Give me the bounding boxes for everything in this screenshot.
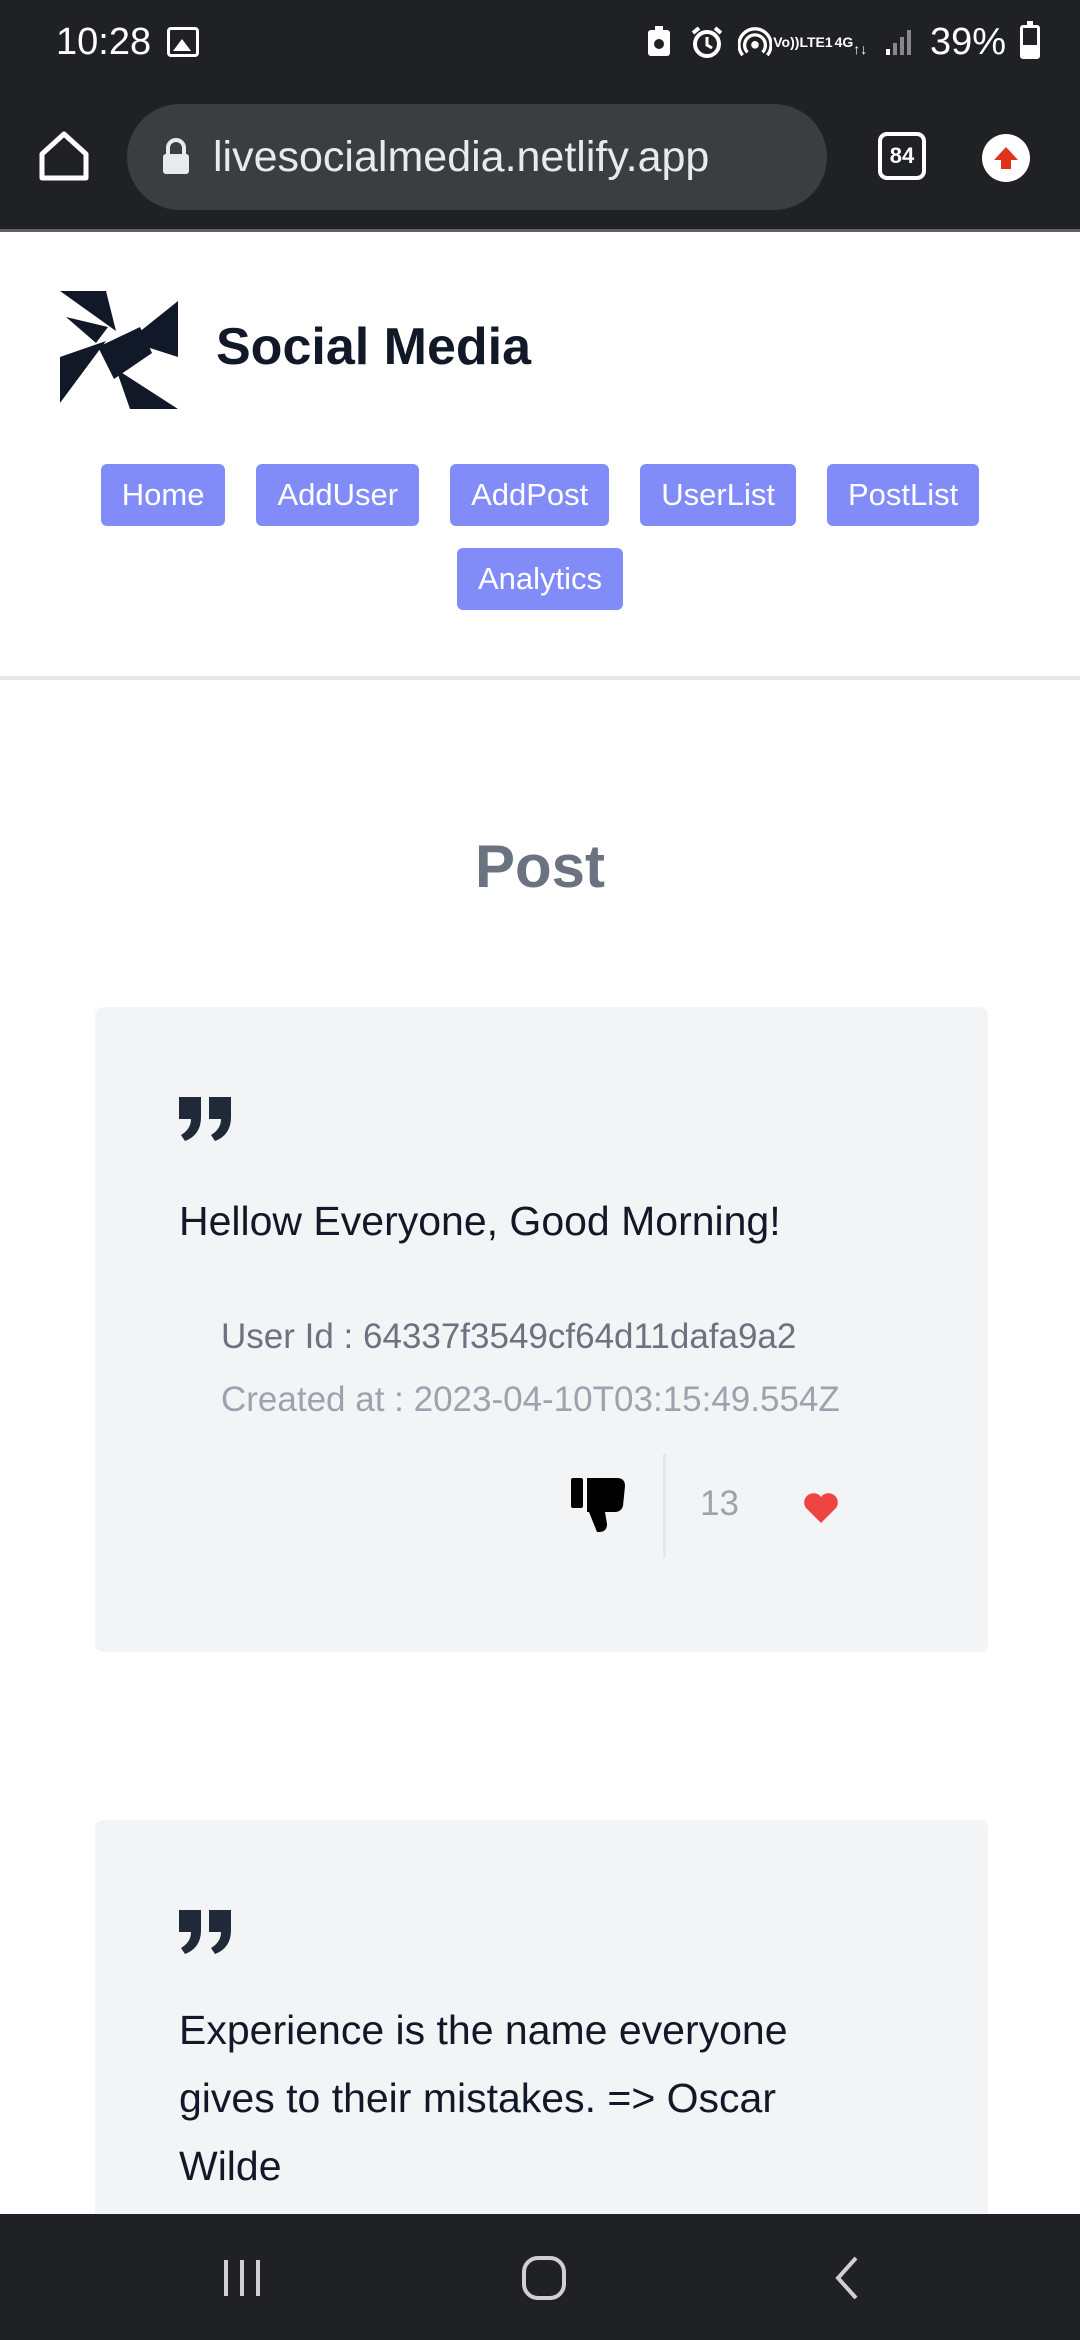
post-created-at: Created at : 2023-04-10T03:15:49.554Z bbox=[221, 1380, 840, 1419]
update-arrow-icon[interactable] bbox=[982, 134, 1030, 182]
signal-icon bbox=[882, 25, 916, 59]
nav-userlist-button[interactable]: UserList bbox=[640, 464, 796, 526]
heart-icon[interactable] bbox=[803, 1492, 839, 1524]
tab-switcher-button[interactable]: 84 bbox=[878, 132, 926, 180]
post-actions: 13 bbox=[95, 1454, 988, 1558]
nav-home-button[interactable]: Home bbox=[100, 464, 226, 526]
gen-label: 4G bbox=[834, 33, 854, 50]
site-header: Social Media Home AddUser AddPost UserLi… bbox=[0, 232, 1080, 678]
back-icon[interactable] bbox=[820, 2250, 876, 2306]
quote-icon bbox=[177, 1095, 233, 1143]
post-card: Experience is the name everyone gives to… bbox=[95, 1820, 988, 2220]
post-card: Hellow Everyone, Good Morning! User Id :… bbox=[95, 1007, 988, 1652]
nav-analytics-button[interactable]: Analytics bbox=[456, 548, 624, 610]
actions-divider bbox=[663, 1454, 666, 1558]
recycle-icon bbox=[642, 25, 676, 59]
system-navigation-bar bbox=[0, 2214, 1080, 2340]
battery-percent: 39% bbox=[929, 20, 1006, 63]
lte-label: LTE1 bbox=[799, 33, 833, 50]
browser-home-icon[interactable] bbox=[34, 126, 94, 186]
header-divider bbox=[0, 676, 1080, 680]
post-text: Hellow Everyone, Good Morning! bbox=[179, 1198, 781, 1244]
nav-addpost-button[interactable]: AddPost bbox=[450, 464, 610, 526]
lock-icon bbox=[161, 138, 191, 176]
site-title[interactable]: Social Media bbox=[216, 317, 531, 377]
nav-postlist-button[interactable]: PostList bbox=[826, 464, 980, 526]
quote-icon bbox=[177, 1908, 233, 1956]
post-text: Experience is the name everyone gives to… bbox=[179, 2007, 788, 2189]
main-nav: Home AddUser AddPost UserList PostList A… bbox=[70, 464, 1010, 610]
hotspot-icon bbox=[737, 25, 772, 59]
recent-apps-icon[interactable] bbox=[214, 2250, 270, 2306]
nav-adduser-button[interactable]: AddUser bbox=[256, 464, 420, 526]
like-count: 13 bbox=[700, 1484, 739, 1523]
volte-indicator: Vo)) LTE1 bbox=[773, 25, 832, 59]
browser-toolbar: livesocialmedia.netlify.app 84 bbox=[0, 84, 1080, 232]
status-time: 10:28 bbox=[56, 20, 152, 63]
thumbs-down-icon[interactable] bbox=[571, 1476, 627, 1534]
alarm-icon bbox=[690, 25, 724, 59]
battery-icon bbox=[1020, 21, 1040, 59]
data-4g-icon: 4G ↑↓ bbox=[834, 33, 868, 57]
site-logo[interactable] bbox=[56, 287, 182, 413]
system-home-icon[interactable] bbox=[516, 2250, 572, 2306]
url-text: livesocialmedia.netlify.app bbox=[213, 132, 710, 181]
address-bar[interactable]: livesocialmedia.netlify.app bbox=[127, 104, 827, 210]
page-title: Post bbox=[474, 833, 606, 900]
volte-label: Vo)) bbox=[773, 33, 800, 50]
status-bar: 10:28 Vo)) LTE1 4G ↑↓ 39% bbox=[0, 0, 1080, 84]
post-user-id: User Id : 64337f3549cf64d11dafa9a2 bbox=[221, 1317, 797, 1356]
gallery-notification-icon bbox=[167, 27, 200, 57]
